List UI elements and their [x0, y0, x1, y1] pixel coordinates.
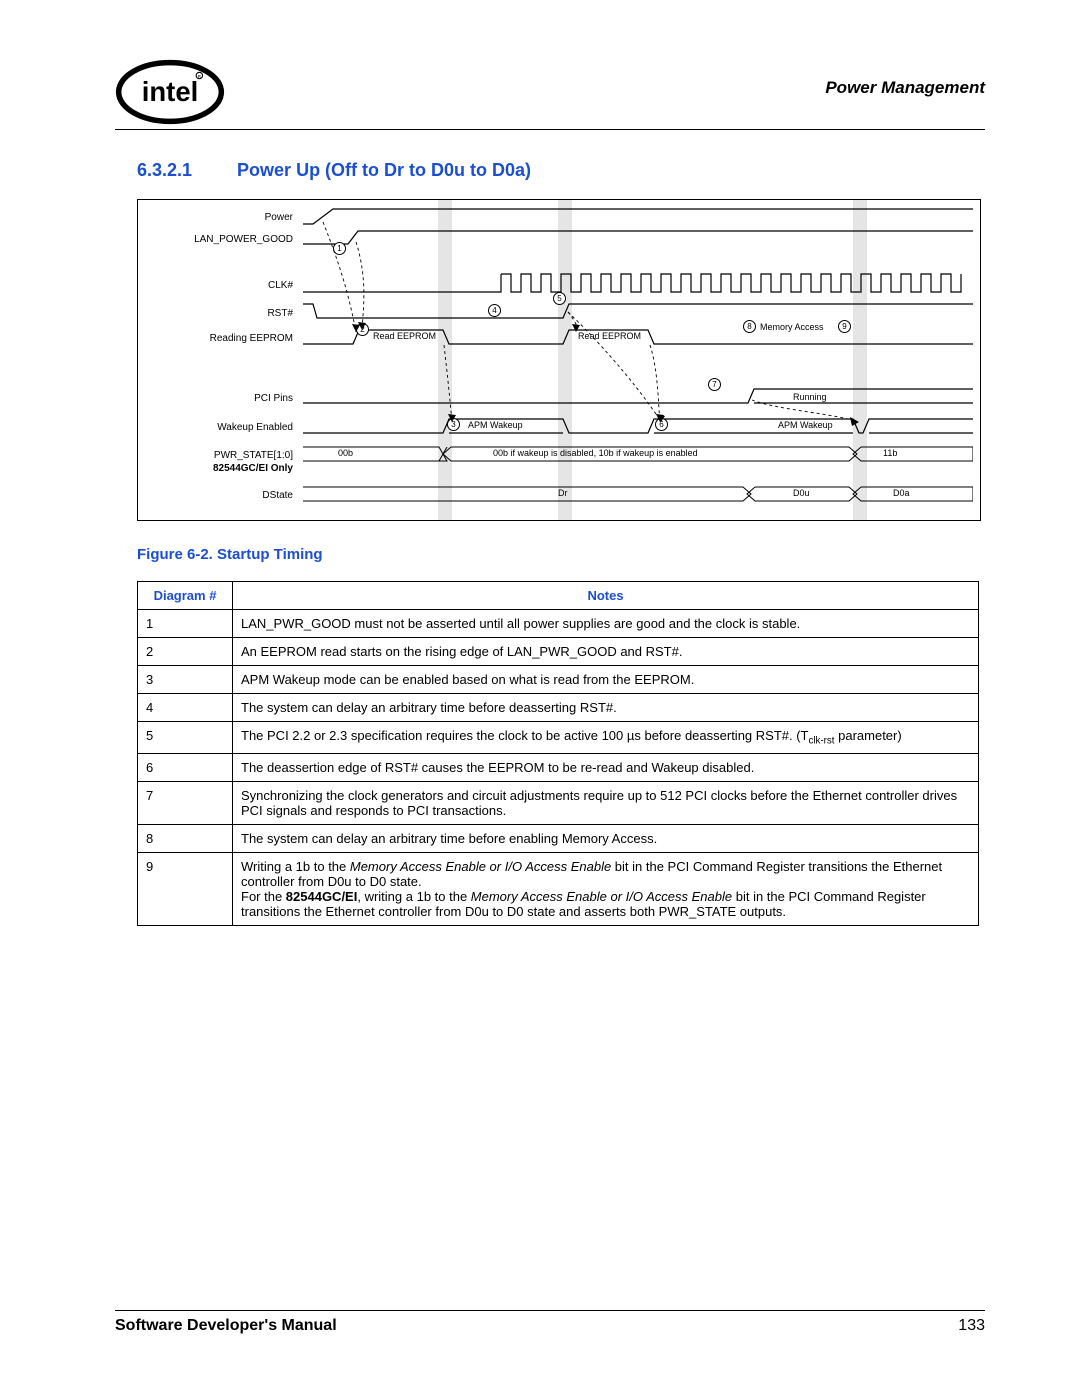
note-text: The deassertion edge of RST# causes the … [233, 753, 979, 781]
note-text: An EEPROM read starts on the rising edge… [233, 638, 979, 666]
timing-diagram: Power LAN_POWER_GOOD CLK# RST# Reading E… [137, 199, 981, 521]
diagram-number: 3 [138, 666, 233, 694]
dr-label: Dr [558, 488, 568, 498]
read-eeprom-label-2: Read EEPROM [578, 331, 641, 341]
marker-8: 8 [743, 320, 756, 333]
table-row: 1LAN_PWR_GOOD must not be asserted until… [138, 610, 979, 638]
diagram-number: 9 [138, 852, 233, 925]
pwr-11b-label: 11b [883, 448, 897, 458]
d0u-label: D0u [793, 488, 810, 498]
rst-trace [303, 300, 973, 322]
signal-label-pwrstate: PWR_STATE[1:0] [214, 450, 293, 461]
section-title: Power Up (Off to Dr to D0u to D0a) [237, 160, 531, 181]
footer-title: Software Developer's Manual [115, 1317, 337, 1335]
table-row: 5The PCI 2.2 or 2.3 specification requir… [138, 722, 979, 754]
page-number: 133 [958, 1317, 985, 1335]
table-row: 7Synchronizing the clock generators and … [138, 781, 979, 824]
memory-access-label: Memory Access [760, 322, 824, 332]
marker-7: 7 [708, 378, 721, 391]
section-heading: 6.3.2.1 Power Up (Off to Dr to D0u to D0… [137, 160, 985, 181]
note-text: The system can delay an arbitrary time b… [233, 694, 979, 722]
running-label: Running [793, 392, 827, 402]
marker-9: 9 [838, 320, 851, 333]
diagram-number: 7 [138, 781, 233, 824]
signal-label-lanpwrgood: LAN_POWER_GOOD [194, 234, 293, 245]
signal-label-82544: 82544GC/EI Only [213, 463, 293, 474]
diagram-number: 5 [138, 722, 233, 754]
section-number: 6.3.2.1 [137, 160, 192, 181]
note-text: LAN_PWR_GOOD must not be asserted until … [233, 610, 979, 638]
figure-caption: Figure 6-2. Startup Timing [137, 546, 985, 563]
marker-6: 6 [655, 418, 668, 431]
note-text: Synchronizing the clock generators and c… [233, 781, 979, 824]
marker-5: 5 [553, 292, 566, 305]
apm-wakeup-label-1: APM Wakeup [468, 420, 523, 430]
pwr-00b-label: 00b [338, 448, 353, 458]
notes-table: Diagram # Notes 1LAN_PWR_GOOD must not b… [137, 581, 979, 926]
lanpwrgood-trace [303, 228, 973, 250]
power-trace [303, 206, 973, 228]
table-row: 8The system can delay an arbitrary time … [138, 824, 979, 852]
note-text: APM Wakeup mode can be enabled based on … [233, 666, 979, 694]
marker-3: 3 [447, 418, 460, 431]
signal-label-power: Power [265, 212, 293, 223]
marker-1: 1 [333, 242, 346, 255]
pcipins-trace [303, 385, 973, 407]
apm-wakeup-label-2: APM Wakeup [778, 420, 833, 430]
chapter-title: Power Management [825, 78, 985, 98]
table-header-diagram: Diagram # [138, 582, 233, 610]
table-row: 9Writing a 1b to the Memory Access Enabl… [138, 852, 979, 925]
d0a-label: D0a [893, 488, 910, 498]
pwr-mid-label: 00b if wakeup is disabled, 10b if wakeup… [493, 448, 698, 458]
signal-label-clk: CLK# [268, 280, 293, 291]
svg-text:intel: intel [142, 76, 199, 107]
table-row: 6The deassertion edge of RST# causes the… [138, 753, 979, 781]
diagram-number: 2 [138, 638, 233, 666]
diagram-number: 4 [138, 694, 233, 722]
note-text: The PCI 2.2 or 2.3 specification require… [233, 722, 979, 754]
signal-label-rst: RST# [267, 308, 293, 319]
signal-label-wakeup: Wakeup Enabled [217, 422, 293, 433]
wakeup-trace [303, 415, 973, 437]
marker-4: 4 [488, 304, 501, 317]
dstate-trace [303, 484, 973, 504]
marker-2: 2 [356, 323, 369, 336]
table-row: 2An EEPROM read starts on the rising edg… [138, 638, 979, 666]
read-eeprom-label-1: Read EEPROM [373, 331, 436, 341]
table-row: 3APM Wakeup mode can be enabled based on… [138, 666, 979, 694]
note-text: Writing a 1b to the Memory Access Enable… [233, 852, 979, 925]
diagram-number: 8 [138, 824, 233, 852]
signal-label-eeprom: Reading EEPROM [210, 333, 293, 344]
signal-label-dstate: DState [262, 490, 293, 501]
table-row: 4The system can delay an arbitrary time … [138, 694, 979, 722]
diagram-number: 6 [138, 753, 233, 781]
signal-label-pcipins: PCI Pins [254, 393, 293, 404]
clk-trace [303, 270, 973, 296]
intel-logo-icon: intel R [115, 55, 225, 129]
diagram-number: 1 [138, 610, 233, 638]
table-header-notes: Notes [233, 582, 979, 610]
note-text: The system can delay an arbitrary time b… [233, 824, 979, 852]
